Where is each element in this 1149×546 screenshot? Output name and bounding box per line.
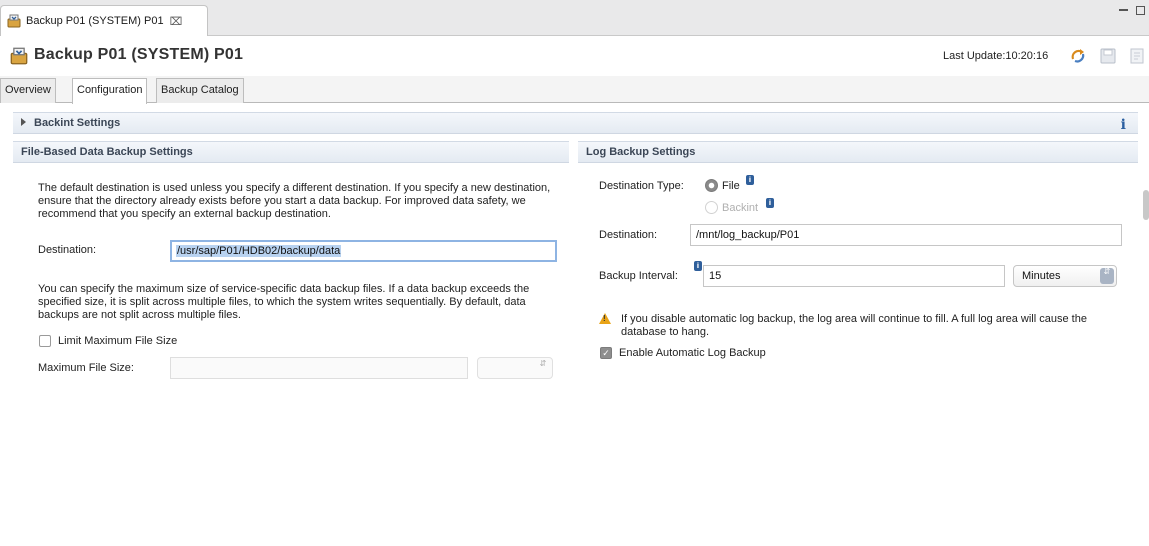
log-backup-warning-text: If you disable automatic log backup, the… bbox=[621, 313, 1087, 338]
data-destination-input[interactable]: /usr/sap/P01/HDB02/backup/data bbox=[170, 240, 557, 262]
enable-auto-log-backup-label: Enable Automatic Log Backup bbox=[619, 347, 766, 359]
page-title: Backup P01 (SYSTEM) P01 bbox=[34, 46, 244, 63]
info-icon[interactable]: i bbox=[1121, 115, 1126, 135]
data-destination-value: /usr/sap/P01/HDB02/backup/data bbox=[176, 245, 342, 257]
destination-type-file-label: File bbox=[722, 180, 740, 192]
save-icon[interactable] bbox=[1099, 47, 1117, 65]
editor-tab-bar: Backup P01 (SYSTEM) P01 ⌧ bbox=[0, 0, 1149, 36]
backup-interval-label: Backup Interval: bbox=[599, 270, 678, 282]
minimize-icon[interactable] bbox=[1119, 6, 1128, 11]
last-update-text: Last Update:10:20:16 bbox=[943, 50, 1049, 62]
max-file-size-unit-select[interactable]: ⇵ bbox=[477, 357, 553, 379]
backup-console-icon bbox=[7, 14, 21, 28]
file-backup-section-title: File-Based Data Backup Settings bbox=[21, 146, 193, 158]
log-backup-section-header: Log Backup Settings bbox=[578, 141, 1138, 163]
backint-settings-title: Backint Settings bbox=[34, 117, 121, 129]
data-destination-label: Destination: bbox=[38, 244, 97, 256]
select-arrows-icon: ⇵ bbox=[539, 359, 547, 368]
backint-info-icon[interactable]: i bbox=[766, 198, 774, 208]
max-file-size-label: Maximum File Size: bbox=[38, 362, 134, 374]
tab-configuration[interactable]: Configuration bbox=[72, 78, 148, 104]
destination-type-file-radio[interactable] bbox=[705, 179, 718, 192]
limit-file-size-label: Limit Maximum File Size bbox=[58, 335, 178, 347]
select-arrows-icon: ⇵ bbox=[1100, 268, 1114, 284]
destination-type-backint-radio[interactable] bbox=[705, 201, 718, 214]
refresh-icon[interactable] bbox=[1069, 47, 1087, 65]
interval-info-icon[interactable]: i bbox=[694, 261, 702, 271]
backup-interval-unit-value: Minutes bbox=[1022, 270, 1061, 282]
log-destination-input[interactable]: /mnt/log_backup/P01 bbox=[690, 224, 1122, 246]
max-file-size-input[interactable] bbox=[170, 357, 468, 379]
limit-file-size-checkbox[interactable] bbox=[39, 335, 51, 347]
editor-tab-label: Backup P01 (SYSTEM) P01 bbox=[26, 15, 164, 27]
open-sql-console-icon[interactable] bbox=[1129, 47, 1147, 65]
expand-arrow-icon[interactable] bbox=[21, 118, 26, 127]
file-backup-section-header: File-Based Data Backup Settings bbox=[13, 141, 569, 163]
backup-interval-input[interactable]: 15 bbox=[703, 265, 1005, 287]
editor-subtabs: Overview Configuration Backup Catalog bbox=[0, 76, 1149, 104]
backup-console-icon bbox=[10, 47, 28, 65]
log-backup-section-title: Log Backup Settings bbox=[586, 146, 696, 158]
destination-type-label: Destination Type: bbox=[599, 180, 684, 192]
vertical-scrollbar[interactable] bbox=[1143, 190, 1149, 220]
backup-interval-unit-select[interactable]: Minutes ⇵ bbox=[1013, 265, 1117, 287]
tab-backup-catalog[interactable]: Backup Catalog bbox=[156, 78, 244, 103]
file-backup-description: The default destination is used unless y… bbox=[38, 182, 551, 220]
close-tab-icon[interactable]: ⌧ bbox=[170, 15, 183, 28]
file-size-description: You can specify the maximum size of serv… bbox=[38, 283, 530, 321]
editor-header: Backup P01 (SYSTEM) P01 Last Update:10:2… bbox=[0, 36, 1149, 76]
backint-settings-header[interactable]: Backint Settings i bbox=[13, 112, 1138, 134]
file-info-icon[interactable]: i bbox=[746, 175, 754, 185]
tab-overview[interactable]: Overview bbox=[0, 78, 56, 103]
log-destination-label: Destination: bbox=[599, 229, 658, 241]
enable-auto-log-backup-checkbox[interactable]: ✓ bbox=[600, 347, 612, 359]
destination-type-backint-label: Backint bbox=[722, 202, 759, 214]
window-controls bbox=[1119, 6, 1145, 15]
warning-icon bbox=[599, 313, 611, 324]
editor-tab-backup[interactable]: Backup P01 (SYSTEM) P01 ⌧ bbox=[0, 5, 208, 36]
maximize-icon[interactable] bbox=[1136, 6, 1145, 15]
